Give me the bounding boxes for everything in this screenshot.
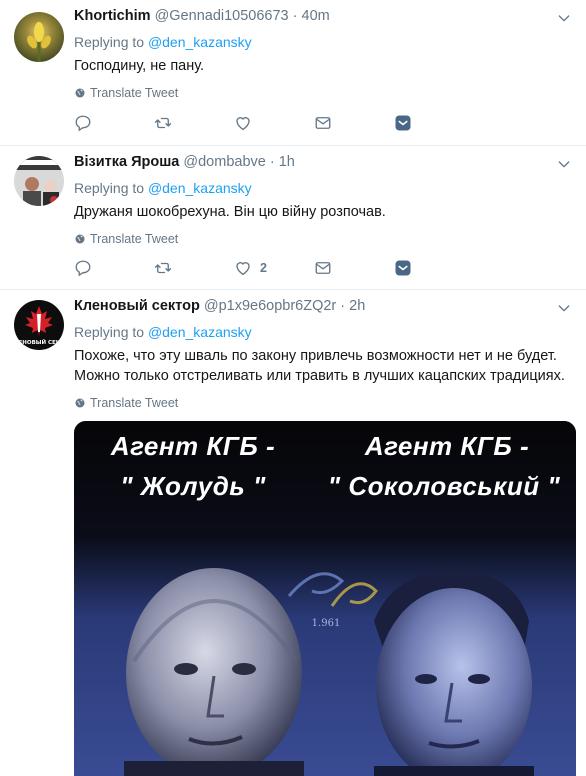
translate-tweet-link[interactable]: Translate Tweet [74,232,574,246]
author-name[interactable]: Khortichim [74,8,151,24]
author-handle[interactable]: @p1x9e6opbr6ZQ2r [204,298,336,314]
like-button[interactable] [234,114,314,132]
chevron-down-icon[interactable] [556,300,572,316]
retweet-button[interactable] [154,259,234,277]
tweet-text: Похоже, что эту шваль по закону привлечь… [74,348,565,384]
reply-button[interactable] [74,114,154,132]
retweet-icon [154,259,172,277]
caption-left-1: Агент КГБ - [110,431,276,461]
tweet-text: Дружаня шокобрехуна. Він цю війну розпоч… [74,204,386,220]
globe-icon [74,233,86,245]
replying-to-link[interactable]: @den_kazansky [148,324,252,340]
portrait-right [374,571,534,776]
tweet-media-image[interactable]: 1.961 Агент КГБ - " Жолудь " Агент КГБ -… [74,421,576,776]
dm-envelope-icon [314,114,332,132]
retweet-icon [154,114,172,132]
globe-icon [74,87,86,99]
tweet-time[interactable]: 2h [349,298,365,314]
reply-icon [74,259,92,277]
bookmark-button[interactable] [394,114,474,132]
avatar[interactable] [14,12,64,62]
translate-tweet-link[interactable]: Translate Tweet [74,396,574,410]
author-handle[interactable]: @Gennadi10506673 [155,8,289,24]
replying-to: Replying to @den_kazansky [74,34,252,50]
translate-tweet-link[interactable]: Translate Tweet [74,86,574,100]
avatar[interactable]: ЛЕНОВЫЙ СЕКТ [14,300,64,350]
bookmark-icon [394,259,412,277]
like-count: 2 [260,261,267,275]
reply-button[interactable] [74,259,154,277]
watermark-year: 1.961 [312,618,341,629]
tweet[interactable]: ЛЕНОВЫЙ СЕКТ Кленовый сектор @p1x9e6opbr… [0,290,586,776]
bookmark-icon [394,114,412,132]
author-handle[interactable]: @dombabve [183,154,265,170]
author-name[interactable]: Візитка Яроша [74,154,179,170]
dm-envelope-icon [314,259,332,277]
replying-to: Replying to @den_kazansky [74,324,252,340]
heart-icon [234,259,252,277]
replying-to-link[interactable]: @den_kazansky [148,34,252,50]
avatar-text: ЛЕНОВЫЙ СЕКТ [14,338,64,346]
tweet-time[interactable]: 1h [279,154,295,170]
retweet-button[interactable] [154,114,234,132]
caption-left-2: " Жолудь " [120,471,266,501]
tweet-text: Господину, не пану. [74,58,205,74]
caption-right-1: Агент КГБ - [364,431,530,461]
replying-to: Replying to @den_kazansky [74,180,252,196]
tweet[interactable]: Візитка Яроша @dombabve · 1h Replying to… [0,146,586,290]
like-button[interactable]: 2 [234,259,314,277]
avatar[interactable] [14,156,64,206]
dm-button[interactable] [314,114,394,132]
globe-icon [74,397,86,409]
tweet[interactable]: Khortichim @Gennadi10506673 · 40m Replyi… [0,0,586,146]
heart-icon [234,114,252,132]
caption-right-2: " Соколовський " [327,471,561,501]
reply-icon [74,114,92,132]
dm-button[interactable] [314,259,394,277]
chevron-down-icon[interactable] [556,156,572,172]
replying-to-link[interactable]: @den_kazansky [148,180,252,196]
bookmark-button[interactable] [394,259,474,277]
author-name[interactable]: Кленовый сектор [74,298,200,314]
chevron-down-icon[interactable] [556,10,572,26]
tweet-time[interactable]: 40m [302,8,330,24]
